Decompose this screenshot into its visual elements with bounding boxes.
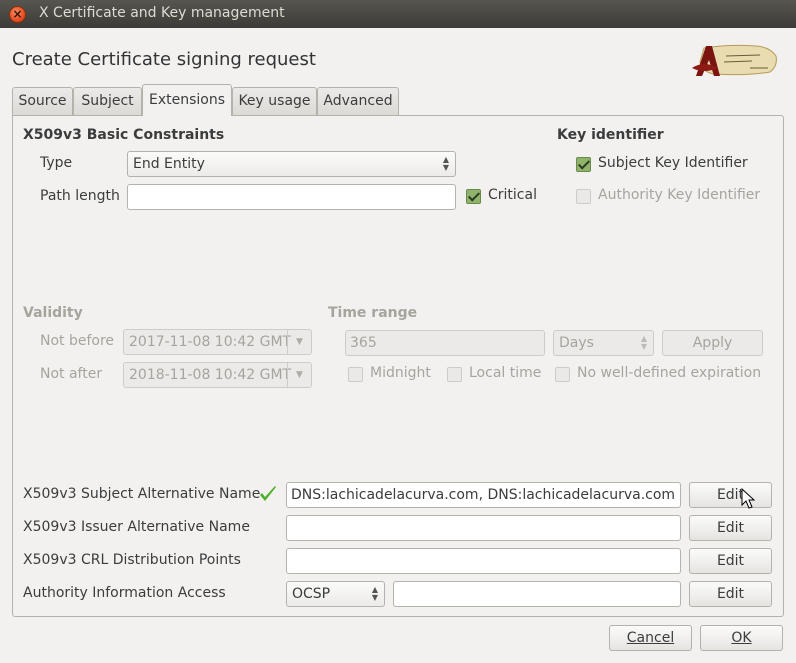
tab-advanced[interactable]: Advanced — [317, 87, 399, 115]
subject-key-identifier-label: Subject Key Identifier — [598, 155, 748, 171]
type-select[interactable]: End Entity ▲ ▼ — [127, 151, 456, 177]
aia-method-select[interactable]: OCSP ▲ ▼ — [286, 581, 385, 607]
san-edit-button[interactable]: Edit — [689, 482, 772, 508]
critical-checkbox[interactable] — [466, 189, 481, 204]
dropdown-arrow-icon[interactable]: ▼ — [287, 363, 311, 387]
tab-extensions[interactable]: Extensions — [142, 84, 232, 116]
time-range-unit-value: Days — [559, 335, 594, 351]
spinner-arrows-icon: ▲ ▼ — [371, 585, 378, 602]
dialog-heading: Create Certificate signing request — [12, 49, 316, 70]
midnight-checkbox[interactable] — [348, 367, 363, 382]
type-select-value: End Entity — [133, 156, 205, 172]
aia-method-value: OCSP — [292, 586, 331, 602]
aia-input[interactable] — [393, 581, 681, 607]
path-length-label: Path length — [40, 188, 120, 204]
dropdown-arrow-icon[interactable]: ▼ — [287, 330, 311, 354]
path-length-input[interactable] — [127, 184, 456, 210]
key-identifier-heading: Key identifier — [557, 127, 664, 143]
aia-edit-button[interactable]: Edit — [689, 581, 772, 607]
basic-constraints-heading: X509v3 Basic Constraints — [23, 127, 225, 143]
critical-label: Critical — [488, 187, 537, 203]
cancel-button[interactable]: Cancel — [609, 625, 692, 651]
ian-label: X509v3 Issuer Alternative Name — [23, 519, 250, 535]
crl-label: X509v3 CRL Distribution Points — [23, 552, 241, 568]
logo-icon — [692, 44, 777, 76]
close-icon[interactable]: × — [9, 6, 26, 23]
local-time-checkbox[interactable] — [447, 367, 462, 382]
ian-input[interactable] — [286, 515, 681, 541]
authority-key-identifier-label: Authority Key Identifier — [598, 187, 761, 203]
time-range-unit-select[interactable]: Days ▲ ▼ — [553, 330, 654, 356]
authority-key-identifier-checkbox[interactable] — [576, 189, 591, 204]
ian-edit-button[interactable]: Edit — [689, 515, 772, 541]
not-after-label: Not after — [40, 366, 103, 382]
no-expiration-label: No well-defined expiration — [577, 365, 762, 381]
tab-subject[interactable]: Subject — [73, 87, 142, 115]
spinner-arrows-icon: ▲ ▼ — [442, 155, 449, 172]
spinner-arrows-icon: ▲ ▼ — [640, 334, 647, 351]
window-title: X Certificate and Key management — [39, 5, 285, 21]
not-before-value: 2017-11-08 10:42 GMT — [129, 334, 292, 350]
time-range-heading: Time range — [328, 305, 418, 321]
midnight-label: Midnight — [370, 365, 431, 381]
valid-check-icon — [260, 486, 276, 501]
crl-input[interactable] — [286, 548, 681, 574]
tab-key-usage[interactable]: Key usage — [232, 87, 317, 115]
not-before-label: Not before — [40, 333, 115, 349]
title-bar: × X Certificate and Key management — [0, 0, 796, 28]
san-input[interactable]: DNS:lachicadelacurva.com, DNS:lachicadel… — [286, 482, 681, 508]
not-after-date[interactable]: 2018-11-08 10:42 GMT ▼ — [123, 362, 312, 388]
tab-source[interactable]: Source — [12, 87, 73, 115]
ok-button[interactable]: OK — [700, 625, 783, 651]
type-label: Type — [40, 155, 73, 171]
crl-edit-button[interactable]: Edit — [689, 548, 772, 574]
local-time-label: Local time — [469, 365, 542, 381]
validity-heading: Validity — [23, 305, 83, 321]
subject-key-identifier-checkbox[interactable] — [576, 157, 591, 172]
not-before-date[interactable]: 2017-11-08 10:42 GMT ▼ — [123, 329, 312, 355]
mouse-cursor-icon — [741, 488, 755, 509]
san-label: X509v3 Subject Alternative Name — [23, 486, 261, 502]
not-after-value: 2018-11-08 10:42 GMT — [129, 367, 292, 383]
aia-label: Authority Information Access — [23, 585, 226, 601]
no-expiration-checkbox[interactable] — [555, 367, 570, 382]
apply-button[interactable]: Apply — [662, 330, 763, 356]
time-range-amount-input[interactable]: 365 — [345, 330, 545, 356]
